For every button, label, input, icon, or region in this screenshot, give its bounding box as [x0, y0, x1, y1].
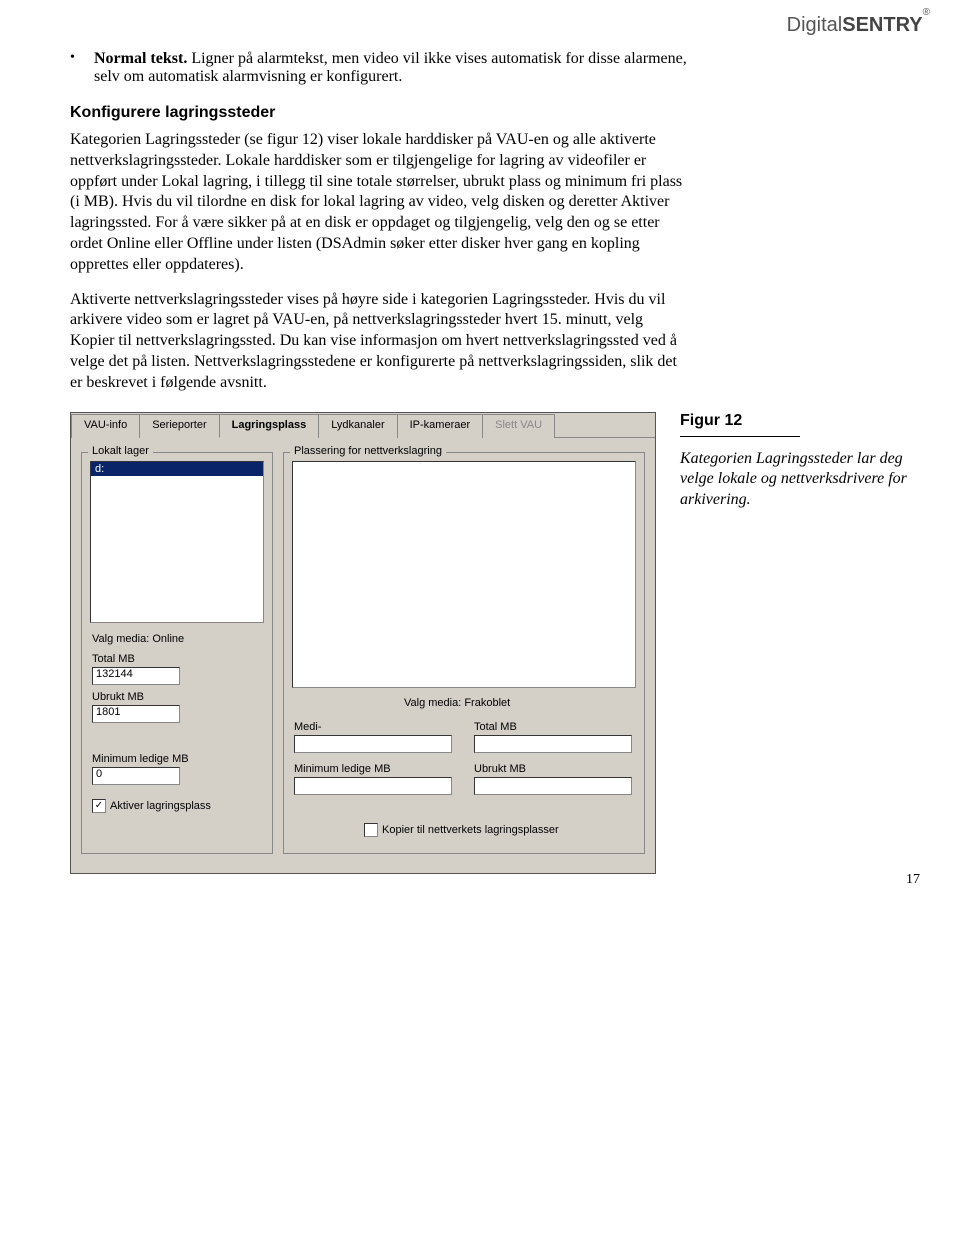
tab-lydkanaler[interactable]: Lydkanaler — [318, 414, 397, 438]
tab-ip-kameraer[interactable]: IP-kameraer — [397, 414, 484, 438]
local-drive-list[interactable]: d: — [90, 461, 264, 623]
figure-title: Figur 12 — [680, 412, 910, 430]
section-heading: Konfigurere lagringssteder — [70, 104, 910, 122]
bullet-dot: • — [70, 50, 94, 86]
label-net-unused: Ubrukt MB — [474, 763, 526, 775]
tab-lagringsplass[interactable]: Lagringsplass — [219, 414, 320, 438]
group-legend-network: Plassering for nettverkslagring — [290, 445, 446, 457]
checkbox-activate-storage[interactable]: ✓ Aktiver lagringsplass — [92, 799, 211, 813]
field-net-total[interactable] — [474, 735, 632, 753]
field-unused-mb[interactable]: 1801 — [92, 705, 180, 723]
field-total-mb[interactable]: 132144 — [92, 667, 180, 685]
field-min-free[interactable]: 0 — [92, 767, 180, 785]
tab-vau-info[interactable]: VAU-info — [71, 414, 140, 438]
label-col-total: Total MB — [474, 721, 517, 733]
checkbox-empty-icon — [364, 823, 378, 837]
network-location-list[interactable] — [292, 461, 636, 688]
group-local-storage: Lokalt lager d: Valg media: Online Total… — [81, 452, 273, 854]
tab-serieporter[interactable]: Serieporter — [139, 414, 219, 438]
tab-slett-vau: Slett VAU — [482, 414, 555, 438]
label-total-mb: Total MB — [92, 653, 135, 665]
figure-description: Kategorien Lagringssteder lar deg velge … — [680, 449, 910, 511]
label-net-media-status: Valg media: Frakoblet — [404, 697, 510, 709]
paragraph-2: Aktiverte nettverkslagringssteder vises … — [70, 290, 690, 394]
checkbox-activate-label: Aktiver lagringsplass — [110, 800, 211, 812]
check-icon: ✓ — [92, 799, 106, 813]
figure-caption: Figur 12 Kategorien Lagringssteder lar d… — [680, 412, 910, 511]
tab-strip: VAU-info Serieporter Lagringsplass Lydka… — [71, 413, 655, 438]
bullet-item: • Normal tekst. Ligner på alarmtekst, me… — [70, 50, 690, 86]
group-network-storage: Plassering for nettverkslagring Valg med… — [283, 452, 645, 854]
page-number: 17 — [906, 872, 920, 888]
field-net-unused[interactable] — [474, 777, 632, 795]
label-media-status: Valg media: Online — [92, 633, 184, 645]
checkbox-copy-label: Kopier til nettverkets lagringsplasser — [382, 824, 559, 836]
figure-screenshot: VAU-info Serieporter Lagringsplass Lydka… — [70, 412, 656, 874]
local-drive-item[interactable]: d: — [91, 462, 263, 476]
label-net-min-free: Minimum ledige MB — [294, 763, 391, 775]
bullet-lead: Normal tekst. — [94, 50, 187, 67]
paragraph-1: Kategorien Lagringssteder (se figur 12) … — [70, 130, 690, 276]
checkbox-copy-to-network[interactable]: Kopier til nettverkets lagringsplasser — [364, 823, 559, 837]
figure-rule — [680, 436, 800, 437]
label-min-free: Minimum ledige MB — [92, 753, 189, 765]
field-net-media[interactable] — [294, 735, 452, 753]
label-col-media: Medi- — [294, 721, 322, 733]
group-legend-local: Lokalt lager — [88, 445, 153, 457]
brand-logo: DigitalSENTRY® — [787, 14, 930, 37]
field-net-min-free[interactable] — [294, 777, 452, 795]
label-unused-mb: Ubrukt MB — [92, 691, 144, 703]
bullet-text: Normal tekst. Ligner på alarmtekst, men … — [94, 50, 690, 86]
